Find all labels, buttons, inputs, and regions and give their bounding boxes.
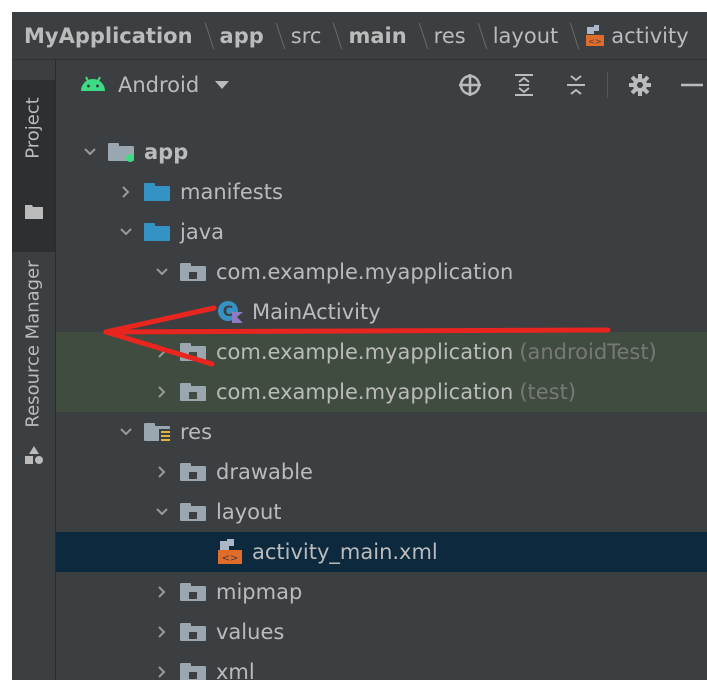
svg-text:<>: <> <box>222 553 239 564</box>
tree-node-xml[interactable]: xml <box>56 652 707 680</box>
breadcrumb-separator <box>196 22 214 49</box>
expand-all-icon[interactable] <box>512 73 536 97</box>
resource-manager-tab-label: Resource Manager <box>22 260 44 428</box>
source-set-hint: (test) <box>519 380 577 404</box>
chevron-right-icon[interactable] <box>152 662 172 680</box>
breadcrumb-item-layout[interactable]: layout <box>493 24 559 48</box>
breadcrumb-separator <box>562 22 580 49</box>
breadcrumb-item-activity[interactable]: activity <box>611 24 688 48</box>
resource-manager-tool-button[interactable]: Resource Manager <box>12 250 55 470</box>
tree-node-manifests[interactable]: manifests <box>56 172 707 212</box>
tree-node-label: com.example.myapplication <box>216 340 514 364</box>
chevron-right-icon[interactable] <box>152 462 172 482</box>
resource-folder-icon <box>144 420 172 444</box>
package-icon <box>180 620 208 644</box>
toolbar-separator <box>607 72 608 98</box>
kotlin-class-icon: C <box>216 300 244 324</box>
svg-text:C: C <box>223 304 233 320</box>
chevron-down-icon[interactable] <box>152 262 172 282</box>
tree-node-res[interactable]: res <box>56 412 707 452</box>
collapse-all-icon[interactable] <box>564 73 588 97</box>
locate-icon[interactable] <box>458 73 482 97</box>
tree-node-label: drawable <box>216 460 313 484</box>
breadcrumb-separator <box>469 22 487 49</box>
package-icon <box>180 460 208 484</box>
tool-window-strip: Project Resource Manager <box>12 60 56 680</box>
project-toolbar: Android <box>56 60 707 110</box>
tree-node-label: java <box>180 220 224 244</box>
chevron-down-icon <box>215 81 230 89</box>
breadcrumb-separator <box>410 22 428 49</box>
layout-xml-icon: <> <box>216 539 244 564</box>
tree-node-mainactivity[interactable]: C MainActivity <box>56 292 707 332</box>
folder-icon <box>144 220 172 244</box>
tree-node-java[interactable]: java <box>56 212 707 252</box>
tree-node-layout[interactable]: layout <box>56 492 707 532</box>
module-folder-icon <box>108 140 136 164</box>
chevron-right-icon[interactable] <box>152 342 172 362</box>
tree-node-package-androidtest[interactable]: com.example.myapplication (androidTest) <box>56 332 707 372</box>
svg-text:<>: <> <box>589 37 602 46</box>
package-icon <box>180 340 208 364</box>
chevron-down-icon[interactable] <box>152 502 172 522</box>
tree-node-app[interactable]: app <box>56 132 707 172</box>
chevron-right-icon[interactable] <box>152 582 172 602</box>
tree-node-values[interactable]: values <box>56 612 707 652</box>
android-icon <box>80 73 106 97</box>
package-icon <box>180 660 208 680</box>
chevron-down-icon[interactable] <box>116 222 136 242</box>
tree-node-label: manifests <box>180 180 283 204</box>
tree-node-package-test[interactable]: com.example.myapplication (test) <box>56 372 707 412</box>
tree-node-drawable[interactable]: drawable <box>56 452 707 492</box>
tree-node-label: com.example.myapplication <box>216 380 514 404</box>
breadcrumb-item-res[interactable]: res <box>434 24 466 48</box>
minimize-icon[interactable] <box>680 73 704 97</box>
package-icon <box>180 500 208 524</box>
view-mode-label: Android <box>118 73 200 97</box>
breadcrumb-item-src[interactable]: src <box>291 24 322 48</box>
project-tree: app manifests java com.example.myapplica… <box>56 110 707 680</box>
tree-node-label: values <box>216 620 285 644</box>
tree-node-label: com.example.myapplication <box>216 260 514 284</box>
chevron-right-icon[interactable] <box>152 382 172 402</box>
tree-node-label: MainActivity <box>252 300 381 324</box>
breadcrumb-separator <box>325 22 343 49</box>
project-tab-label: Project <box>22 97 44 159</box>
tree-node-label: activity_main.xml <box>252 540 438 564</box>
package-icon <box>180 380 208 404</box>
gear-icon[interactable] <box>628 73 652 97</box>
breadcrumb-separator <box>267 22 286 49</box>
view-mode-dropdown[interactable]: Android <box>80 73 230 97</box>
project-tool-button[interactable]: Project <box>12 80 55 252</box>
chevron-down-icon[interactable] <box>80 142 100 162</box>
tree-node-mipmap[interactable]: mipmap <box>56 572 707 612</box>
tree-node-label: layout <box>216 500 282 524</box>
source-set-hint: (androidTest) <box>519 340 657 364</box>
folder-icon <box>144 180 172 204</box>
chevron-right-icon[interactable] <box>116 182 136 202</box>
package-icon <box>180 580 208 604</box>
folder-icon <box>25 204 43 223</box>
layout-xml-icon: <> <box>585 24 605 47</box>
tree-node-activity-main-xml[interactable]: <> activity_main.xml <box>56 532 707 572</box>
tree-node-label: res <box>180 420 213 444</box>
breadcrumb: MyApplication app src main res layout <>… <box>12 12 707 60</box>
resource-manager-icon <box>24 446 44 468</box>
tree-node-label: app <box>144 140 189 164</box>
breadcrumb-item-app[interactable]: app <box>220 24 264 48</box>
tree-node-package-main[interactable]: com.example.myapplication <box>56 252 707 292</box>
chevron-right-icon[interactable] <box>152 622 172 642</box>
package-icon <box>180 260 208 284</box>
breadcrumb-item-project[interactable]: MyApplication <box>24 24 193 48</box>
tree-node-label: mipmap <box>216 580 303 604</box>
breadcrumb-item-main[interactable]: main <box>348 24 406 48</box>
chevron-down-icon[interactable] <box>116 422 136 442</box>
ide-window: MyApplication app src main res layout <>… <box>12 12 707 680</box>
tree-node-label: xml <box>216 660 255 680</box>
